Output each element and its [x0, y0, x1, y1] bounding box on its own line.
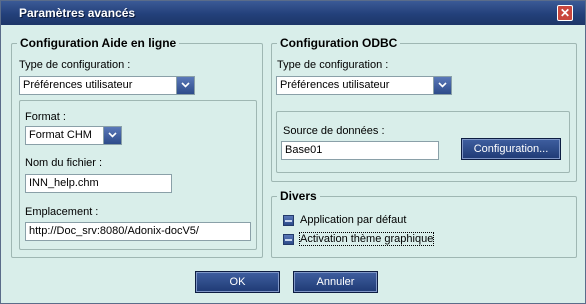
checkbox-icon[interactable] [283, 234, 294, 245]
close-button[interactable]: ✕ [557, 5, 573, 21]
chevron-down-icon[interactable] [103, 127, 121, 144]
window-title: Paramètres avancés [19, 6, 136, 20]
aide-type-label: Type de configuration : [19, 59, 131, 71]
aide-type-select[interactable]: Préférences utilisateur [19, 76, 195, 95]
format-value: Format CHM [29, 129, 92, 141]
default-app-label: Application par défaut [300, 214, 407, 226]
odbc-type-value: Préférences utilisateur [280, 79, 390, 91]
checkbox-icon[interactable] [283, 215, 294, 226]
location-input[interactable]: http://Doc_srv:8080/Adonix-docV5/ [25, 222, 251, 241]
ok-button[interactable]: OK [195, 271, 280, 293]
source-label: Source de données : [283, 125, 385, 137]
title-bar[interactable]: Paramètres avancés ✕ [1, 1, 585, 25]
configuration-button[interactable]: Configuration... [461, 138, 561, 160]
odbc-group-title: Configuration ODBC [277, 36, 401, 50]
format-label: Format : [25, 111, 66, 123]
odbc-type-label: Type de configuration : [277, 59, 389, 71]
chevron-down-icon[interactable] [176, 77, 194, 94]
graphic-theme-checkbox[interactable]: Activation thème graphique [283, 232, 443, 247]
source-input[interactable]: Base01 [281, 141, 439, 160]
dialog-window: Paramètres avancés ✕ Configuration Aide … [0, 0, 586, 304]
graphic-theme-label: Activation thème graphique [298, 232, 435, 246]
format-select[interactable]: Format CHM [25, 126, 122, 145]
location-label: Emplacement : [25, 206, 99, 218]
aide-group-title: Configuration Aide en ligne [17, 36, 180, 50]
chevron-down-icon[interactable] [433, 77, 451, 94]
filename-input[interactable]: INN_help.chm [25, 174, 172, 193]
filename-label: Nom du fichier : [25, 157, 103, 169]
default-app-checkbox[interactable]: Application par défaut [283, 214, 443, 228]
divers-group-title: Divers [277, 189, 320, 203]
cancel-button[interactable]: Annuler [293, 271, 378, 293]
aide-type-value: Préférences utilisateur [23, 79, 133, 91]
close-icon: ✕ [559, 6, 571, 20]
odbc-type-select[interactable]: Préférences utilisateur [276, 76, 452, 95]
